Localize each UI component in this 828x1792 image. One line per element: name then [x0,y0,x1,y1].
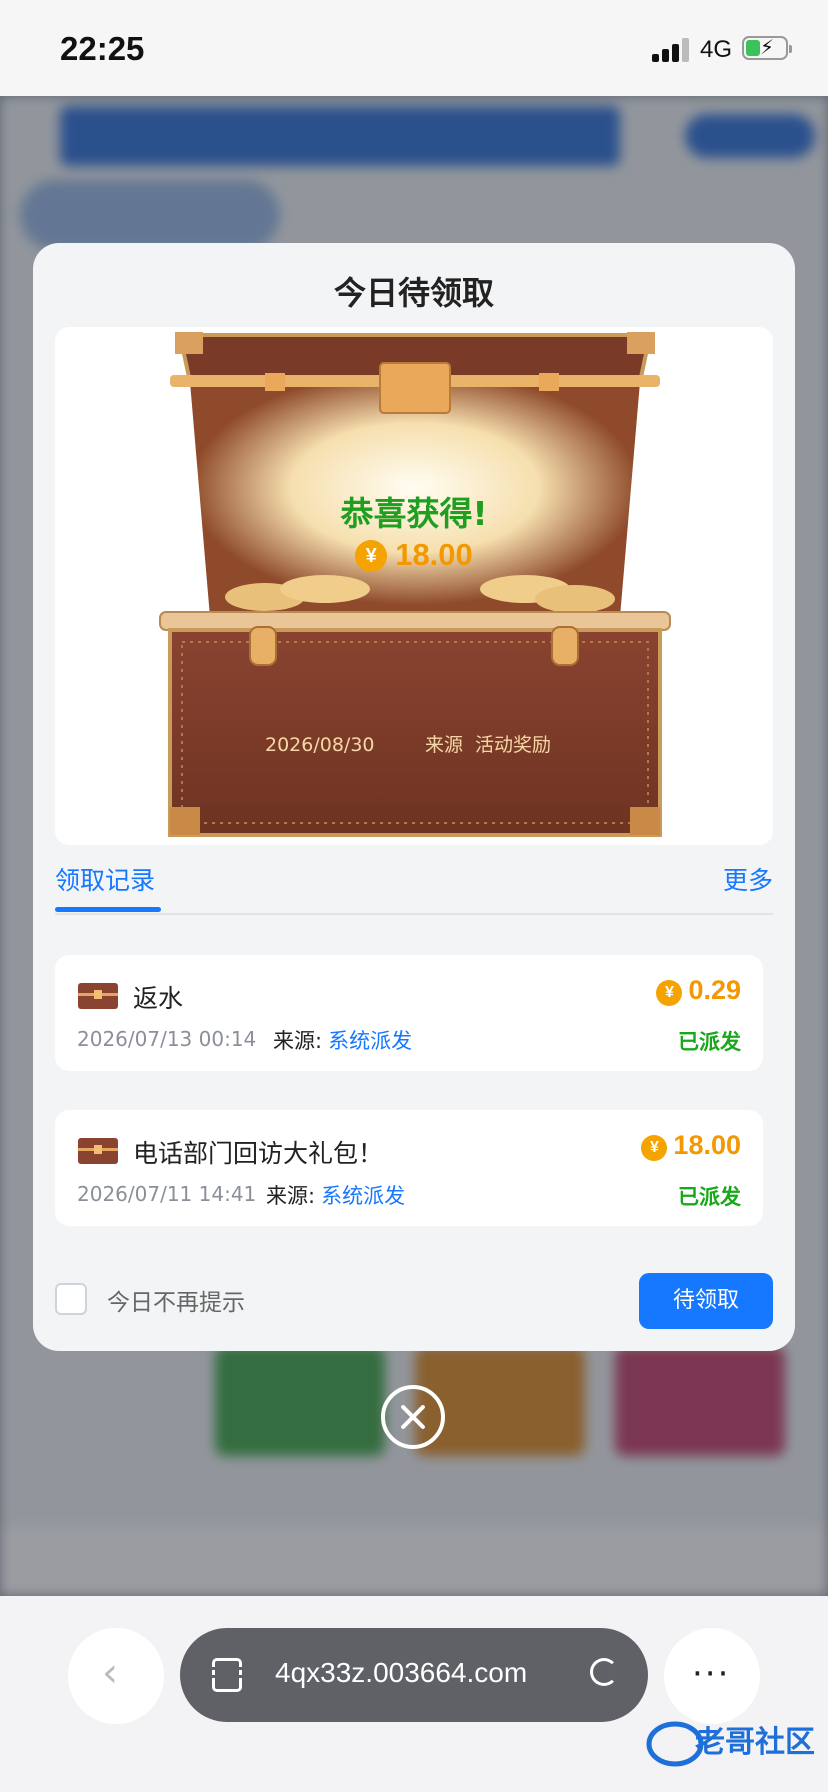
coin-icon: ¥ [355,540,388,572]
watermark-logo: 老哥社区 [646,1721,815,1767]
reward-amount-value: 18.00 [395,537,473,572]
network-type: 4G [700,36,733,63]
treasure-chest-icon [78,1138,118,1164]
record-source-value: 系统派发 [328,1029,413,1053]
more-link[interactable]: 更多 [723,861,773,897]
reward-source: 来源 活动奖励 [425,730,551,757]
url-text: 4qx33z.003664.com [275,1657,528,1688]
browser-toolbar: ‹ 4qx33z.003664.com ··· 老哥社区 [0,1596,828,1792]
record-source-label: 来源: [273,1029,323,1053]
address-bar[interactable]: 4qx33z.003664.com [180,1628,648,1722]
record-amount-value: 0.29 [688,975,741,1005]
modal-title: 今日待领取 [333,274,494,312]
records-tabs: 领取记录 更多 [55,861,773,915]
reward-modal: 今日待领取 恭喜获得! ¥ 18.00 2026/08/30 来源 活动奖励 领… [33,243,795,1351]
record-status: 已派发 [678,1030,741,1054]
reward-amount: ¥18.00 [55,537,773,573]
battery-charging-icon: ⚡ [742,35,792,60]
record-date: 2026/07/13 00:14 [77,1027,257,1051]
record-status: 已派发 [678,1185,741,1209]
treasure-chest-card: 恭喜获得! ¥18.00 2026/08/30 来源 活动奖励 [55,327,773,845]
svg-text:老哥社区: 老哥社区 [695,1725,815,1760]
record-item[interactable]: 返水 ¥0.29 2026/07/13 00:14 来源: 系统派发 已派发 [55,955,763,1071]
dont-show-checkbox[interactable] [55,1283,87,1315]
record-item[interactable]: 电话部门回访大礼包！ ¥18.00 2026/07/11 14:41 来源: 系统… [55,1110,763,1226]
signal-icon [652,38,690,62]
treasure-chest-icon [78,983,118,1009]
coin-icon: ¥ [656,980,683,1006]
record-source: 来源: 系统派发 [266,1180,405,1210]
record-title: 电话部门回访大礼包！ [133,1139,384,1168]
status-time: 22:25 [60,30,145,67]
coin-icon: ¥ [641,1135,668,1161]
tab-claim-records[interactable]: 领取记录 [55,861,155,897]
record-source-label: 来源: [266,1184,316,1208]
more-icon: ··· [692,1654,731,1694]
treasure-chest-icon [159,332,671,837]
reward-source-label: 来源 [425,734,464,756]
reload-icon[interactable] [590,1658,618,1686]
tab-active-indicator [55,907,161,912]
record-title: 返水 [133,984,184,1013]
record-source: 来源: 系统派发 [273,1025,412,1055]
reward-date: 2026/08/30 [265,734,375,756]
status-bar: 22:25 4G ⚡ [0,0,828,96]
reward-source-value: 活动奖励 [475,734,552,756]
congrats-text: 恭喜获得! [340,494,488,533]
tabs-icon[interactable] [212,1658,242,1692]
record-source-value: 系统派发 [321,1184,406,1208]
back-button[interactable]: ‹ [68,1628,164,1724]
record-amount: ¥18.00 [641,1130,741,1161]
record-amount-value: 18.00 [673,1130,741,1160]
claim-button[interactable]: 待领取 [639,1273,773,1329]
record-amount: ¥0.29 [656,975,741,1006]
back-chevron-icon: ‹ [102,1650,118,1696]
dont-show-label[interactable]: 今日不再提示 [107,1283,245,1317]
close-icon[interactable] [381,1385,445,1449]
record-date: 2026/07/11 14:41 [77,1182,257,1206]
